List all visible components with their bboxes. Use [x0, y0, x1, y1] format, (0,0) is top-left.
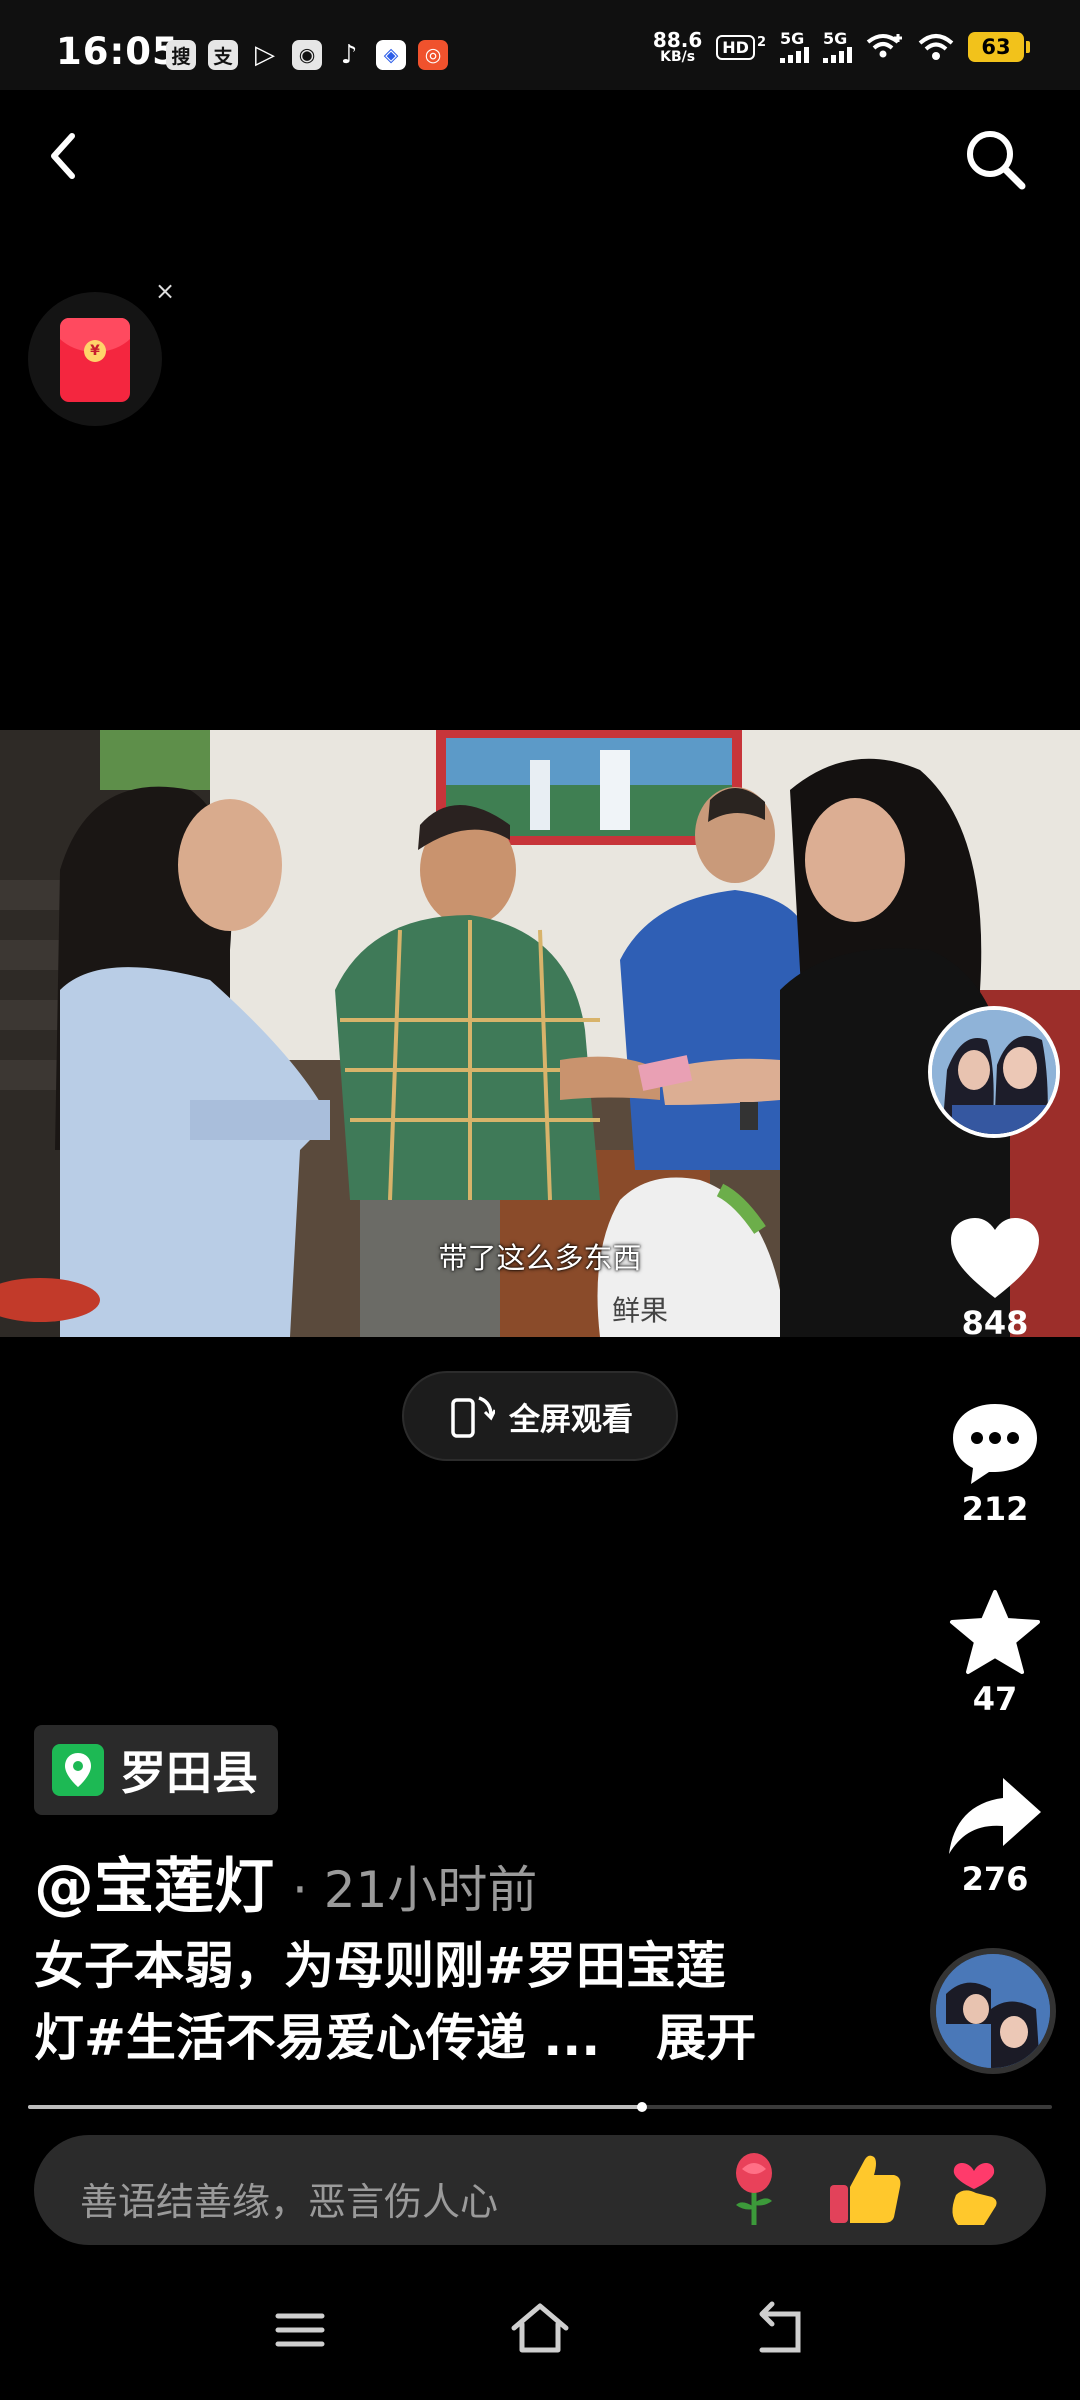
wifi-icon	[918, 34, 954, 60]
status-app-icons: 搜 支 ▷ ◉ ♪ ◈ ◎	[166, 40, 448, 70]
author-name[interactable]: @宝莲灯	[34, 1838, 274, 1925]
like-button[interactable]: 848	[920, 1216, 1070, 1342]
red-packet-close-button[interactable]: ×	[154, 279, 176, 303]
video-subtitle: 带了这么多东西	[438, 1241, 642, 1275]
location-pin-icon	[52, 1744, 104, 1796]
video-app-icon: ◉	[292, 40, 322, 70]
thumbs-up-emoji-button[interactable]	[824, 2149, 904, 2229]
shield-app-icon: ◈	[376, 40, 406, 70]
back-nav-icon[interactable]	[740, 2290, 820, 2370]
comment-placeholder: 善语结善缘，恶言伤人心	[80, 2180, 499, 2224]
signal-bars-icon	[823, 47, 852, 63]
comment-input[interactable]: 善语结善缘，恶言伤人心	[34, 2135, 1046, 2245]
sim2-label: 5G	[823, 29, 848, 48]
fullscreen-button[interactable]: 全屏观看	[402, 1371, 678, 1461]
sim1-signal: 5G	[780, 31, 809, 63]
system-nav-bar	[0, 2270, 1080, 2400]
post-time: · 21小时前	[292, 1861, 538, 1919]
video-player[interactable]: 鲜果 带了这么多东西	[0, 730, 1080, 1337]
red-packet-button[interactable]: ¥	[28, 292, 162, 426]
description-line-2[interactable]: 灯#生活不易爱心传递 ...	[34, 2002, 600, 2074]
status-indicators: 88.6 KB/s HD 2 5G 5G 63	[653, 30, 1030, 64]
network-speed: 88.6 KB/s	[653, 30, 702, 64]
hd-label: HD	[716, 34, 755, 60]
tiktok-app-icon: ♪	[340, 40, 358, 70]
hd-indicator: HD 2	[716, 34, 766, 60]
wifi-calling-icon	[866, 34, 902, 58]
rotate-screen-icon	[451, 1396, 495, 1438]
music-disc[interactable]	[930, 1948, 1056, 2074]
search-button[interactable]	[960, 124, 1032, 196]
bag-text: 鲜果	[612, 1294, 668, 1327]
finger-heart-emoji-button[interactable]	[934, 2149, 1014, 2229]
play-app-icon: ▷	[255, 40, 275, 70]
video-description: 女子本弱，为母则刚#罗田宝莲 灯#生活不易爱心传递 ... 展开	[34, 1930, 904, 2074]
network-speed-value: 88.6	[652, 28, 703, 52]
avatar-image	[932, 1010, 1056, 1134]
home-icon[interactable]	[500, 2290, 580, 2370]
film-app-icon: ◎	[418, 40, 448, 70]
signal-bars-icon	[780, 47, 809, 63]
status-time: 16:05	[56, 30, 179, 73]
location-name: 罗田县	[120, 1746, 258, 1800]
video-progress-handle[interactable]	[637, 2102, 648, 2112]
favorite-count: 47	[972, 1680, 1018, 1718]
favorite-button[interactable]: 47	[920, 1588, 1070, 1718]
share-button[interactable]: 276	[920, 1776, 1070, 1898]
alipay-app-icon: 支	[208, 40, 238, 70]
sim2-signal: 5G	[823, 31, 852, 63]
status-bar: 16:05 搜 支 ▷ ◉ ♪ ◈ ◎ 88.6 KB/s HD 2 5G 5G	[0, 0, 1080, 90]
location-tag[interactable]: 罗田县	[34, 1725, 278, 1815]
video-progress-fill	[28, 2105, 643, 2109]
description-line-1[interactable]: 女子本弱，为母则刚#罗田宝莲	[34, 1930, 904, 2002]
fullscreen-label: 全屏观看	[509, 1401, 633, 1438]
comment-button[interactable]: 212	[920, 1400, 1070, 1528]
star-icon	[950, 1590, 1040, 1674]
heart-icon	[951, 1218, 1039, 1298]
comment-bubble-icon	[953, 1404, 1037, 1484]
rose-emoji-button[interactable]	[714, 2149, 794, 2229]
network-speed-unit: KB/s	[660, 49, 696, 65]
sim1-label: 5G	[780, 29, 805, 48]
back-button[interactable]	[40, 120, 100, 192]
hd-sub: 2	[756, 34, 766, 50]
video-progress-bar[interactable]	[28, 2102, 1052, 2112]
creator-avatar[interactable]	[928, 1006, 1060, 1138]
comment-count: 212	[961, 1490, 1029, 1528]
menu-icon[interactable]	[260, 2290, 340, 2370]
share-count: 276	[961, 1860, 1029, 1898]
like-count: 848	[961, 1304, 1029, 1342]
sogou-app-icon: 搜	[166, 40, 196, 70]
battery-icon: 63	[968, 32, 1030, 62]
expand-button[interactable]: 展开	[656, 2002, 756, 2074]
music-cover-image	[936, 1954, 1050, 2068]
red-envelope-icon: ¥	[60, 318, 130, 402]
share-arrow-icon	[949, 1778, 1041, 1854]
author-line: @宝莲灯 · 21小时前	[34, 1838, 537, 1925]
